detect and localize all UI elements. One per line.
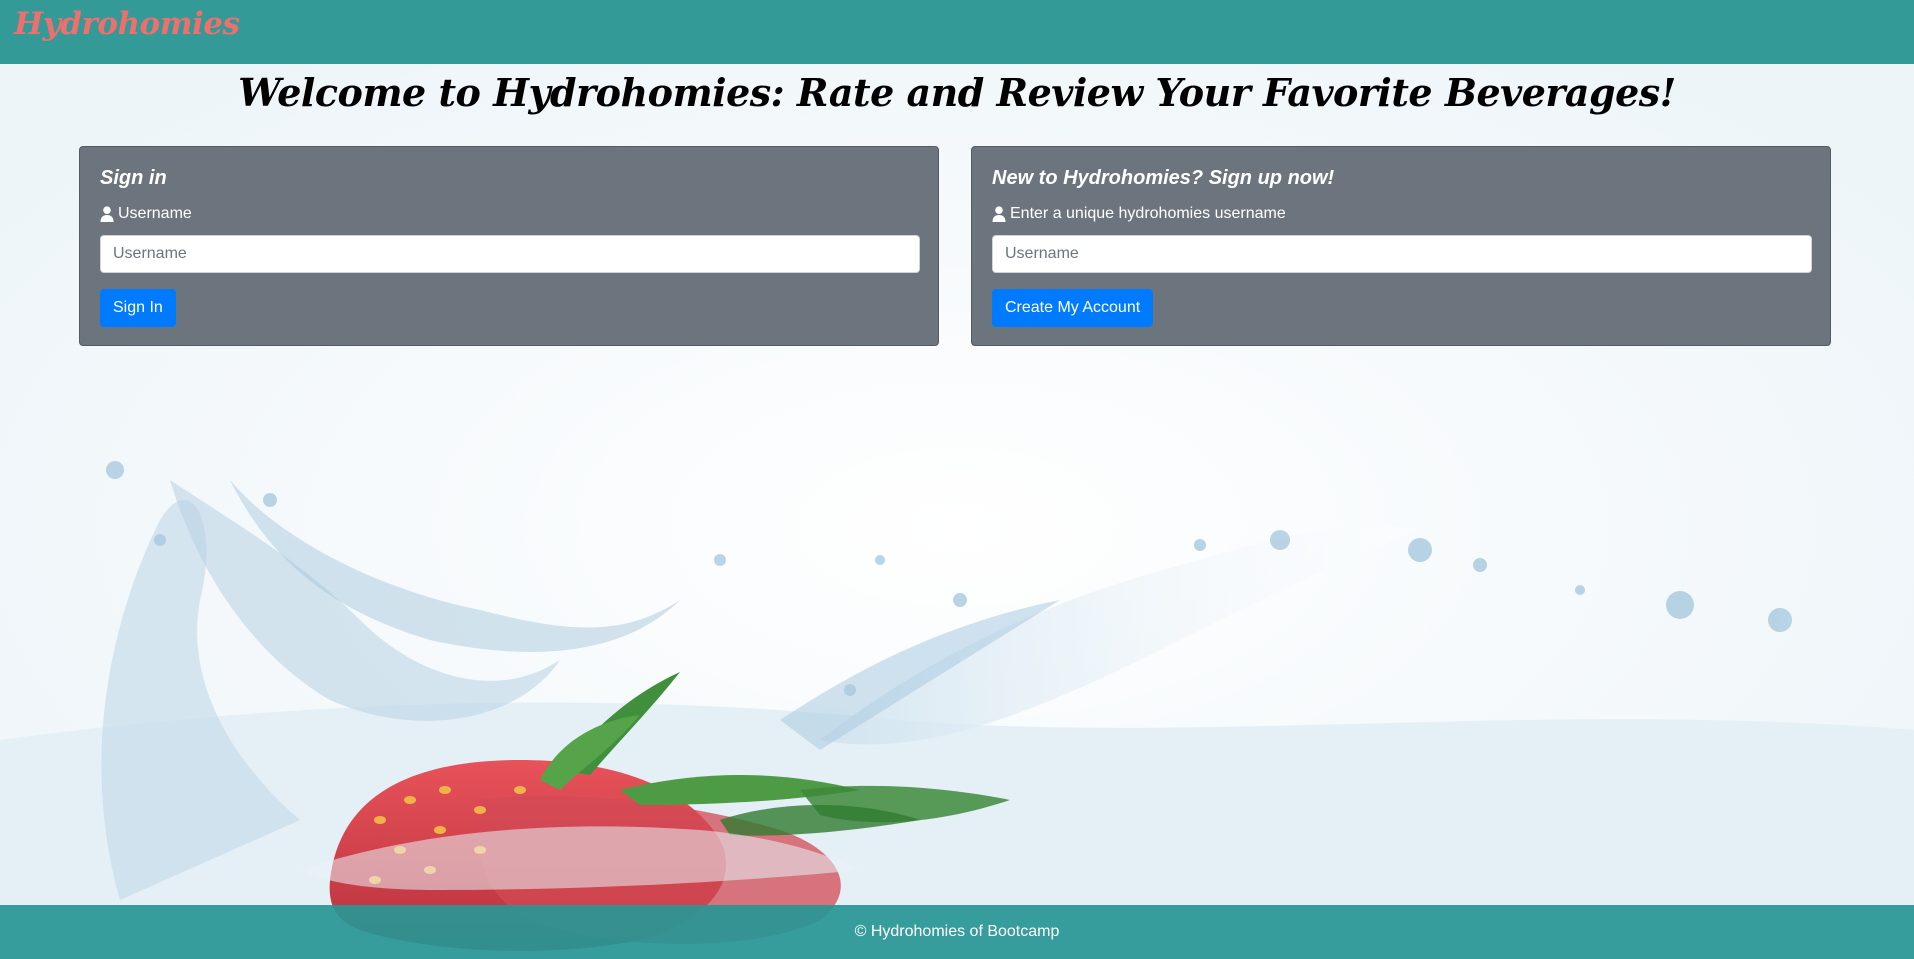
signup-username-label-text: Enter a unique hydrohomies username: [1010, 205, 1286, 222]
user-icon: [100, 206, 114, 222]
signup-card: New to Hydrohomies? Sign up now! Enter a…: [971, 146, 1831, 346]
create-account-button[interactable]: Create My Account: [992, 289, 1154, 327]
background-splash-image: [0, 0, 1914, 959]
page-title: Welcome to Hydrohomies: Rate and Review …: [238, 70, 1676, 115]
signup-username-input[interactable]: [992, 235, 1812, 273]
footer-copyright: © Hydrohomies of Bootcamp: [854, 923, 1060, 940]
page: Hydrohomies Welcome to Hydrohomies: Rate…: [0, 0, 1914, 959]
signin-card: Sign in Username Sign In: [79, 146, 939, 346]
signup-title: New to Hydrohomies? Sign up now!: [992, 167, 1335, 189]
navbar: Hydrohomies: [0, 0, 1914, 64]
footer: © Hydrohomies of Bootcamp: [0, 905, 1914, 959]
signin-username-label: Username: [100, 205, 192, 223]
signin-title: Sign in: [100, 167, 167, 189]
user-icon: [992, 206, 1006, 222]
signin-username-label-text: Username: [118, 205, 192, 222]
brand-logo-link[interactable]: Hydrohomies: [14, 6, 240, 42]
sign-in-button[interactable]: Sign In: [100, 289, 176, 327]
signup-username-label: Enter a unique hydrohomies username: [992, 205, 1286, 223]
signin-username-input[interactable]: [100, 235, 920, 273]
